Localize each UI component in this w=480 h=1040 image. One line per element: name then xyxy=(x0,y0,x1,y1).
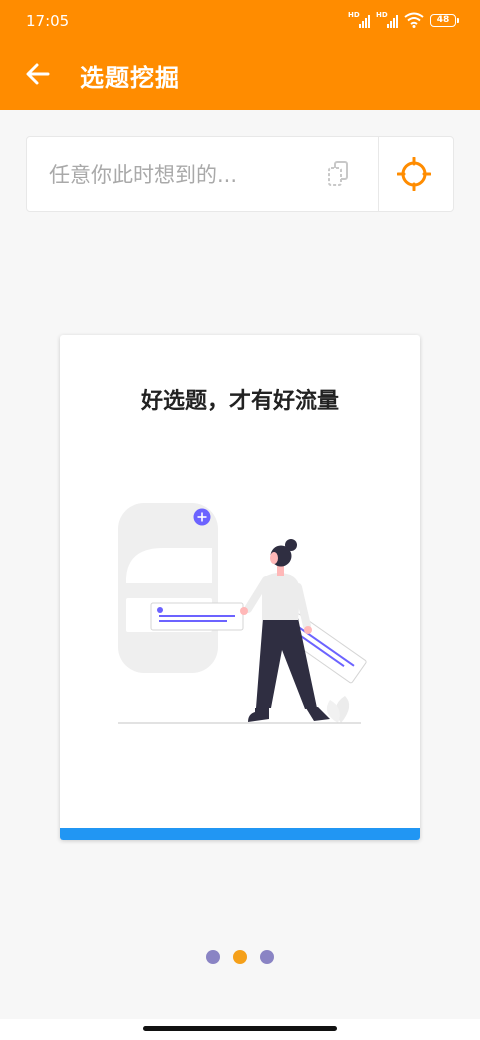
status-time: 17:05 xyxy=(26,12,70,30)
signal-label: HD xyxy=(376,11,388,19)
page-dot[interactable] xyxy=(206,950,220,964)
woman-arranging-content-cards-illustration xyxy=(118,503,367,724)
search-box xyxy=(26,136,454,212)
battery-level: 48 xyxy=(436,15,450,25)
app-bar: 选题挖掘 xyxy=(0,44,480,110)
card-title: 好选题，才有好流量 xyxy=(140,389,339,414)
signal-icon: HD xyxy=(348,12,370,28)
card-accent-bar xyxy=(60,828,420,840)
home-indicator[interactable] xyxy=(143,1026,337,1031)
page-title: 选题挖掘 xyxy=(80,64,180,92)
wifi-icon xyxy=(404,12,424,28)
locate-target-icon[interactable] xyxy=(397,157,431,191)
search-input[interactable] xyxy=(47,157,331,193)
page-dot-active[interactable] xyxy=(233,950,247,964)
status-bar: 17:05 HD HD 48 xyxy=(0,0,480,44)
signal-label: HD xyxy=(348,11,360,19)
page-indicator xyxy=(206,950,274,964)
signal-icon: HD xyxy=(376,12,398,28)
status-icons: HD HD 48 xyxy=(348,12,459,28)
search-divider xyxy=(378,137,379,211)
page-dot[interactable] xyxy=(260,950,274,964)
clipboard-icon[interactable] xyxy=(325,159,353,189)
arrow-left-icon[interactable] xyxy=(22,58,54,90)
carousel-card[interactable]: 好选题，才有好流量 xyxy=(60,335,420,840)
battery-icon: 48 xyxy=(430,13,459,27)
